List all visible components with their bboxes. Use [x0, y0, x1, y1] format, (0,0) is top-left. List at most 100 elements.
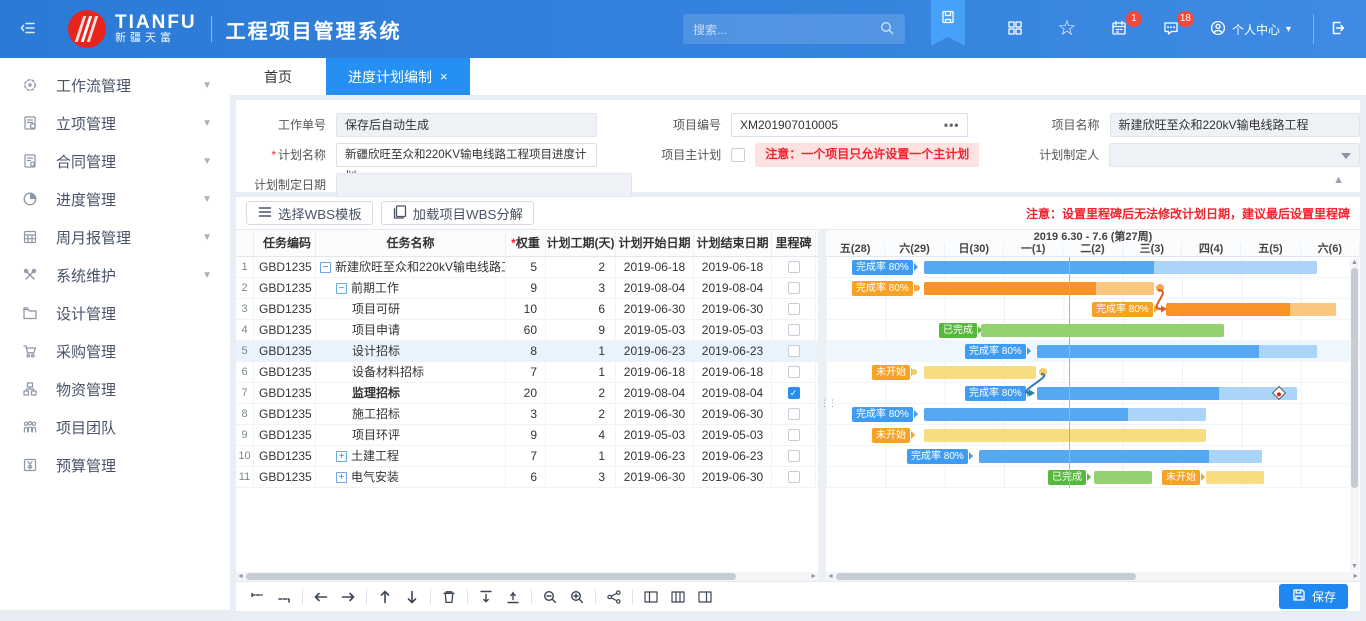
- zoom-in-icon[interactable]: [568, 588, 586, 606]
- table-row[interactable]: 8GBD1235施工招标322019-06-302019-06-30: [236, 404, 818, 425]
- search-icon[interactable]: [879, 20, 895, 39]
- move-up-icon[interactable]: [376, 588, 394, 606]
- gantt-bar[interactable]: [924, 429, 1206, 442]
- milestone-checkbox[interactable]: [788, 303, 800, 315]
- milestone-checkbox[interactable]: [788, 450, 800, 462]
- table-row[interactable]: 5GBD1235设计招标812019-06-232019-06-23: [236, 341, 818, 362]
- gantt-vscrollbar[interactable]: ▲ ▼: [1350, 258, 1359, 571]
- tree-expand-icon[interactable]: +: [336, 451, 347, 462]
- tab-1[interactable]: 首页: [230, 58, 326, 95]
- milestone-checkbox[interactable]: [788, 261, 800, 273]
- more-options-icon[interactable]: •••: [944, 114, 960, 136]
- sidebar-item-11[interactable]: 预算管理: [0, 446, 230, 484]
- gantt-bar[interactable]: [1094, 471, 1152, 484]
- layout-split-icon[interactable]: [669, 588, 687, 606]
- message-icon[interactable]: 18: [1158, 20, 1184, 39]
- gantt-bar[interactable]: [924, 261, 1317, 274]
- milestone-checkbox[interactable]: [788, 345, 800, 357]
- table-row[interactable]: 11GBD1235+电气安装632019-06-302019-06-30: [236, 467, 818, 488]
- layout-left-icon[interactable]: [642, 588, 660, 606]
- milestone-checkbox[interactable]: [788, 324, 800, 336]
- task-start-date: 2019-06-23: [616, 341, 694, 361]
- panel-collapse-icon[interactable]: ▲: [1333, 174, 1344, 186]
- move-right-icon[interactable]: [339, 588, 357, 606]
- work-order-field[interactable]: 保存后自动生成: [336, 113, 597, 137]
- delete-icon[interactable]: [440, 588, 458, 606]
- select-wbs-template-button[interactable]: 选择WBS模板: [246, 201, 373, 225]
- sidebar-item-1[interactable]: 工作流管理▼: [0, 66, 230, 104]
- pane-splitter[interactable]: ⋮⋮: [818, 229, 826, 581]
- bookmark-save-icon[interactable]: [931, 0, 965, 46]
- task-code: GBD1235: [254, 446, 316, 466]
- gantt-hscrollbar[interactable]: ◄ ►: [826, 572, 1360, 581]
- clear-predecessor-icon[interactable]: [275, 588, 293, 606]
- sidebar-item-4[interactable]: 进度管理▼: [0, 180, 230, 218]
- load-wbs-button[interactable]: 加载项目WBS分解: [381, 201, 534, 225]
- global-search-input[interactable]: 搜索...: [683, 14, 905, 44]
- sidebar-item-9[interactable]: 物资管理: [0, 370, 230, 408]
- milestone-checkbox[interactable]: [788, 471, 800, 483]
- apps-grid-icon[interactable]: [1002, 20, 1028, 39]
- sidebar-item-7[interactable]: 设计管理: [0, 294, 230, 332]
- table-hscrollbar[interactable]: ◄ ►: [236, 572, 818, 581]
- milestone-checkbox[interactable]: [788, 366, 800, 378]
- sidebar-collapse-icon[interactable]: [0, 20, 56, 39]
- table-row[interactable]: 2GBD1235−前期工作932019-08-042019-08-04: [236, 278, 818, 299]
- table-row[interactable]: 4GBD1235项目申请6092019-05-032019-05-03: [236, 320, 818, 341]
- tree-collapse-icon[interactable]: −: [336, 283, 347, 294]
- tree-expand-icon[interactable]: +: [336, 472, 347, 483]
- gantt-bar[interactable]: [1166, 303, 1336, 316]
- save-icon: [1291, 587, 1307, 606]
- sidebar-item-10[interactable]: 项目团队: [0, 408, 230, 446]
- gantt-bar[interactable]: [1206, 471, 1264, 484]
- set-predecessor-icon[interactable]: [248, 588, 266, 606]
- logout-icon[interactable]: [1330, 20, 1346, 39]
- gantt-bar[interactable]: [924, 408, 1206, 421]
- row-number: 4: [236, 320, 254, 340]
- task-start-date: 2019-06-30: [616, 299, 694, 319]
- gantt-bar[interactable]: [924, 282, 1154, 295]
- collapse-all-icon[interactable]: [504, 588, 522, 606]
- milestone-checkbox[interactable]: ✓: [788, 387, 800, 399]
- gantt-bar[interactable]: [981, 324, 1224, 337]
- table-row[interactable]: 9GBD1235项目环评942019-05-032019-05-03: [236, 425, 818, 446]
- gantt-bar[interactable]: [1037, 345, 1317, 358]
- sidebar-item-2[interactable]: 立项管理▼: [0, 104, 230, 142]
- gantt-bar[interactable]: [1037, 387, 1297, 400]
- gantt-bar[interactable]: [924, 366, 1036, 379]
- move-left-icon[interactable]: [312, 588, 330, 606]
- sidebar-item-6[interactable]: 系统维护▼: [0, 256, 230, 294]
- zoom-out-icon[interactable]: [541, 588, 559, 606]
- move-down-icon[interactable]: [403, 588, 421, 606]
- milestone-checkbox[interactable]: [788, 429, 800, 441]
- plan-name-field[interactable]: 新疆欣旺至众和220KV输电线路工程项目进度计划: [336, 143, 597, 167]
- table-row[interactable]: 7GBD1235监理招标2022019-08-042019-08-04✓: [236, 383, 818, 404]
- chevron-down-icon: ▼: [202, 80, 212, 91]
- share-icon[interactable]: [605, 588, 623, 606]
- project-code-field[interactable]: XM201907010005 •••: [731, 113, 968, 137]
- project-name-field[interactable]: 新建欣旺至众和220kV输电线路工程: [1110, 113, 1361, 137]
- chevron-down-icon: ▼: [202, 270, 212, 281]
- sidebar-item-5[interactable]: 周月报管理▼: [0, 218, 230, 256]
- close-icon[interactable]: ×: [440, 69, 448, 84]
- table-row[interactable]: 1GBD1235−新建欣旺至众和220kV输电线路工程522019-06-182…: [236, 257, 818, 278]
- tree-collapse-icon[interactable]: −: [320, 262, 331, 273]
- sidebar-item-8[interactable]: 采购管理: [0, 332, 230, 370]
- calendar-icon[interactable]: 1: [1106, 20, 1132, 39]
- milestone-checkbox[interactable]: [788, 408, 800, 420]
- gantt-bar[interactable]: [979, 450, 1262, 463]
- sidebar-item-3[interactable]: 合同管理▼: [0, 142, 230, 180]
- milestone-checkbox[interactable]: [788, 282, 800, 294]
- table-row[interactable]: 3GBD1235项目可研1062019-06-302019-06-30: [236, 299, 818, 320]
- tab-2[interactable]: 进度计划编制×: [326, 58, 470, 95]
- table-row[interactable]: 10GBD1235+土建工程712019-06-232019-06-23: [236, 446, 818, 467]
- table-row[interactable]: 6GBD1235设备材料招标712019-06-182019-06-18: [236, 362, 818, 383]
- user-menu[interactable]: 个人中心 ▾: [1210, 20, 1291, 39]
- plan-maker-select[interactable]: [1109, 143, 1360, 167]
- plan-date-field[interactable]: [336, 173, 632, 197]
- layout-right-icon[interactable]: [696, 588, 714, 606]
- save-button[interactable]: 保存: [1279, 584, 1348, 609]
- master-plan-checkbox[interactable]: [731, 148, 745, 162]
- expand-all-icon[interactable]: [477, 588, 495, 606]
- favorites-star-icon[interactable]: ☆: [1054, 19, 1080, 39]
